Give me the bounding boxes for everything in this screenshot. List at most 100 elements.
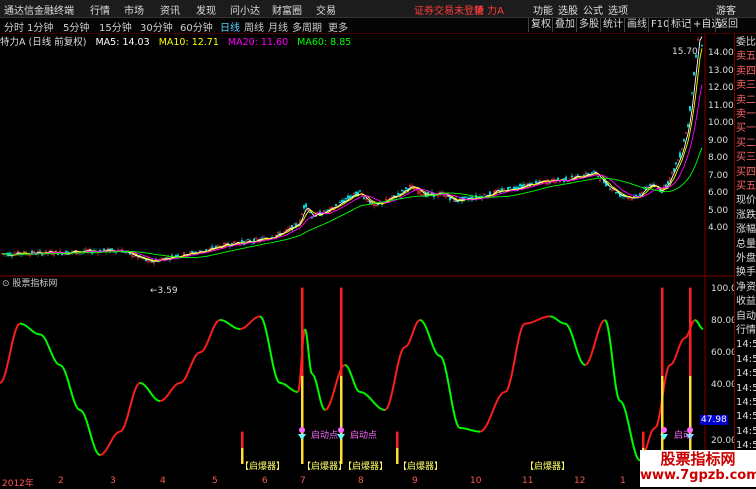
indicator-line — [122, 429, 123, 430]
restore-button[interactable]: 复权 — [528, 18, 553, 32]
period-more[interactable]: 更多 — [328, 19, 348, 34]
indicator-line — [512, 368, 513, 373]
indicator-line — [648, 439, 649, 442]
price-tick: 10.00 — [708, 118, 734, 128]
indicator-line — [175, 385, 176, 386]
indicator-line — [307, 337, 308, 346]
indicator-line — [448, 381, 449, 386]
period-toolbar: 分时 1分钟 5分钟 15分钟 30分钟 60分钟 日线 周线 月线 多周期 更… — [0, 18, 756, 34]
indicator-line — [516, 347, 517, 352]
indicator-line — [577, 351, 578, 354]
price-tick: 13.00 — [708, 66, 734, 76]
indicator-line — [422, 321, 423, 322]
menu-gongneng[interactable]: 功能 — [533, 2, 553, 17]
indicator-line — [489, 418, 490, 420]
indicator-line — [335, 384, 336, 388]
indicator-line — [451, 398, 452, 403]
indicator-line — [366, 394, 367, 395]
signal-bar — [396, 432, 399, 448]
period-5min[interactable]: 5分钟 — [63, 19, 89, 34]
indicator-line — [557, 320, 558, 321]
period-multi[interactable]: 多周期 — [292, 19, 322, 34]
indicator-line — [131, 400, 132, 404]
menu-wenxiaoda[interactable]: 问小达 — [230, 2, 260, 17]
period-daily[interactable]: 日线 — [220, 19, 240, 34]
menu-zixun[interactable]: 资讯 — [160, 2, 180, 17]
indicator-line — [286, 385, 287, 386]
chart-area[interactable] — [0, 34, 734, 476]
indicator-line — [352, 377, 353, 380]
overlay-button[interactable]: 叠加 — [552, 18, 577, 32]
date-tick: 10 — [470, 476, 481, 486]
candle-body — [609, 189, 610, 190]
menu-jiaoyi[interactable]: 交易 — [316, 2, 336, 17]
menu-youke[interactable]: 游客 — [716, 2, 736, 17]
indicator-line — [436, 353, 437, 354]
indicator-line — [72, 394, 73, 397]
side-panel-item: 现价 — [736, 194, 756, 207]
menu-shichang[interactable]: 市场 — [124, 2, 144, 17]
menu-hangqing[interactable]: 行情 — [90, 2, 110, 17]
indicator-line — [425, 325, 426, 327]
signal-bar — [642, 432, 645, 448]
indicator-line — [668, 366, 669, 368]
indicator-line — [269, 344, 270, 349]
signal-arrow — [337, 434, 345, 440]
indicator-line — [623, 404, 624, 406]
indicator-tick: 20.00 — [711, 436, 737, 446]
indicator-line — [573, 338, 574, 341]
indicator-line — [611, 348, 612, 356]
indicator-line — [306, 331, 307, 337]
menu-xuangu[interactable]: 选股 — [558, 2, 578, 17]
indicator-line — [672, 362, 673, 363]
indicator-line — [508, 385, 509, 388]
indicator-line — [137, 384, 138, 385]
indicator-line — [102, 454, 103, 455]
indicator-line — [630, 431, 631, 436]
indicator-line — [428, 332, 429, 335]
period-30min[interactable]: 30分钟 — [140, 19, 173, 34]
menu-gongshi[interactable]: 公式 — [583, 2, 603, 17]
indicator-line — [201, 352, 202, 353]
indicator-line — [395, 374, 396, 379]
indicator-line — [576, 348, 577, 351]
indicator-line — [607, 324, 608, 328]
menu-caifuquan[interactable]: 财富圈 — [272, 2, 302, 17]
indicator-line — [682, 339, 683, 340]
indicator-line — [113, 436, 114, 438]
side-panel-item: 14:5 — [736, 410, 756, 423]
period-weekly[interactable]: 周线 — [244, 19, 264, 34]
candle-body — [247, 239, 248, 240]
candle-body — [531, 183, 532, 184]
menu-xuanxiang[interactable]: 选项 — [608, 2, 628, 17]
indicator-line — [253, 319, 254, 320]
candle-body — [347, 196, 348, 199]
period-15min[interactable]: 15分钟 — [99, 19, 132, 34]
price-tick: 9.00 — [708, 136, 728, 146]
stats-button[interactable]: 统计 — [600, 18, 625, 32]
indicator-line — [501, 393, 502, 394]
indicator-line — [618, 397, 619, 400]
indicator-line — [62, 366, 63, 367]
indicator-line — [61, 365, 62, 366]
indicator-line — [210, 334, 211, 337]
indicator-tick: 40.00 — [711, 380, 737, 390]
date-tick: 9 — [412, 476, 418, 486]
site-watermark: 股票指标网 www.7gpzb.com — [640, 450, 756, 487]
indicator-line — [421, 320, 422, 321]
indicator-line — [217, 321, 218, 322]
period-fenshi[interactable]: 分时 — [4, 19, 24, 34]
indicator-line — [51, 352, 52, 354]
indicator-line — [656, 425, 657, 427]
indicator-line — [487, 422, 488, 424]
indicator-line — [32, 331, 33, 332]
back-button[interactable]: 返回 — [715, 18, 740, 32]
period-60min[interactable]: 60分钟 — [180, 19, 213, 34]
period-monthly[interactable]: 月线 — [268, 19, 288, 34]
side-panel-item: 买三 — [736, 151, 756, 164]
indicator-line — [105, 450, 106, 451]
draw-line-button[interactable]: 画线 — [624, 18, 649, 32]
period-1min[interactable]: 1分钟 — [27, 19, 53, 34]
multi-stock-button[interactable]: 多股 — [576, 18, 601, 32]
menu-faxian[interactable]: 发现 — [196, 2, 216, 17]
